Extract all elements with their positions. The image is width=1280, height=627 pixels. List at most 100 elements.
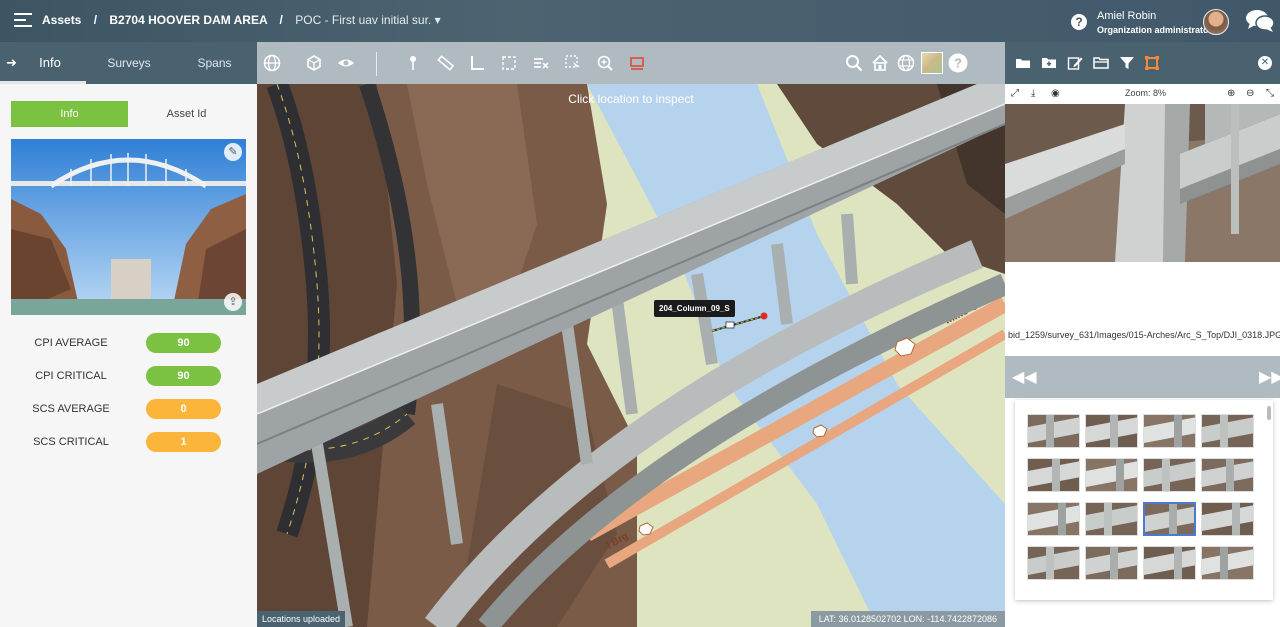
cube-icon[interactable] [305, 54, 323, 72]
image-nav-bar: ◀◀ ▶▶ [1005, 356, 1280, 398]
image-thumbnail[interactable] [1027, 502, 1080, 536]
image-toolbar: ✕ [1005, 42, 1280, 84]
globe-icon[interactable] [263, 54, 281, 72]
image-thumbnail[interactable] [1143, 546, 1196, 580]
image-thumbnail[interactable] [1201, 458, 1254, 492]
search-icon[interactable] [845, 54, 863, 72]
metric-value-badge: 90 [146, 366, 221, 386]
image-file-path: bid_1259/survey_631/Images/015-Arches/Ar… [1008, 330, 1280, 340]
image-thumbnail[interactable] [1201, 502, 1254, 536]
select-icon[interactable] [564, 54, 582, 72]
svg-text:?: ? [954, 56, 962, 71]
status-locations-uploaded: Locations uploaded [257, 611, 346, 627]
add-folder-icon[interactable] [1041, 55, 1057, 71]
edit-photo-icon[interactable]: ✎ [224, 143, 242, 161]
tab-info[interactable]: ➜ Info [0, 42, 86, 84]
world-icon[interactable] [897, 54, 915, 72]
measure-icon[interactable] [436, 54, 454, 72]
info-body: Info Asset Id ✎ ⇪ CPI AVERAGE 90 CPI CRI… [0, 84, 257, 627]
image-thumbnail[interactable] [1085, 414, 1138, 448]
asset-id-toggle-button[interactable]: Asset Id [128, 101, 245, 127]
download-icon[interactable]: ⤓ [1031, 88, 1035, 99]
left-panel: ➜ Info Surveys Spans Info Asset Id ✎ ⇪ C… [0, 42, 257, 627]
help-icon[interactable]: ? [948, 53, 968, 73]
right-panel: ✕ ⤢ ⤓ ◉ Zoom: 8% ⊕ ⊖ ⤡ bid_1259/survey_6… [1005, 42, 1280, 627]
map-thumb-icon[interactable] [921, 52, 943, 74]
image-thumbnail[interactable] [1201, 546, 1254, 580]
previous-image-icon[interactable]: ◀◀ [1012, 367, 1037, 387]
scrollbar[interactable] [1267, 406, 1271, 420]
zoom-region-icon[interactable] [596, 54, 614, 72]
map-view[interactable]: Mike O'C l Brg Click location to inspect… [257, 84, 1005, 627]
open-folder-icon[interactable] [1015, 55, 1031, 71]
left-tabs: ➜ Info Surveys Spans [0, 42, 257, 84]
metric-value-badge: 90 [146, 333, 221, 353]
close-icon[interactable]: ✕ [1258, 56, 1272, 70]
image-thumbnail[interactable] [1085, 546, 1138, 580]
next-image-icon[interactable]: ▶▶ [1259, 367, 1280, 387]
upload-photo-icon[interactable]: ⇪ [224, 293, 242, 311]
metric-label: CPI AVERAGE [34, 337, 108, 349]
map-toolbar: ? [257, 42, 1005, 84]
metric-cpi-critical: CPI CRITICAL 90 [0, 364, 257, 388]
asset-photo: ✎ ⇪ [11, 139, 246, 315]
chat-icon[interactable] [1244, 8, 1276, 34]
thumbnail-grid [1015, 400, 1273, 600]
top-bar: Assets / B2704 HOOVER DAM AREA / POC - F… [0, 0, 1280, 42]
metric-scs-critical: SCS CRITICAL 1 [0, 430, 257, 454]
eye-icon[interactable]: ◉ [1051, 88, 1060, 99]
menu-icon[interactable] [14, 13, 32, 27]
image-thumbnail[interactable] [1085, 502, 1138, 536]
marker-label[interactable]: 204_Column_09_S [654, 300, 735, 317]
image-viewer-bar: ⤢ ⤓ ◉ Zoom: 8% ⊕ ⊖ ⤡ [1005, 84, 1280, 104]
metric-cpi-average: CPI AVERAGE 90 [0, 331, 257, 355]
clear-icon[interactable] [532, 54, 550, 72]
breadcrumb-assets[interactable]: Assets [42, 13, 81, 27]
breadcrumb-separator: / [93, 13, 98, 27]
breadcrumb-survey-select[interactable]: POC - First uav initial sur. ▾ [295, 13, 440, 27]
eye-icon[interactable] [337, 54, 355, 72]
fit-screen-icon[interactable]: ⤢ [1011, 88, 1019, 99]
metric-label: SCS AVERAGE [32, 403, 110, 415]
area-icon[interactable] [500, 54, 518, 72]
home-icon[interactable] [871, 54, 889, 72]
metric-label: SCS CRITICAL [33, 436, 109, 448]
edit-icon[interactable] [1067, 55, 1083, 71]
selected-image-view[interactable] [1005, 104, 1280, 262]
image-thumbnail[interactable] [1201, 414, 1254, 448]
help-icon[interactable]: ? [1071, 14, 1087, 30]
pin-icon[interactable] [404, 54, 422, 72]
image-thumbnail[interactable] [1143, 414, 1196, 448]
zoom-in-icon[interactable]: ⊕ [1227, 88, 1235, 99]
user-info[interactable]: Amiel Robin Organization administrator [1097, 9, 1212, 37]
info-toggle-button[interactable]: Info [11, 101, 128, 127]
metric-scs-average: SCS AVERAGE 0 [0, 397, 257, 421]
image-thumbnail[interactable] [1143, 458, 1196, 492]
breadcrumb-asset[interactable]: B2704 HOOVER DAM AREA [109, 13, 267, 27]
frame-icon[interactable] [1144, 55, 1160, 71]
image-thumbnail[interactable] [1027, 546, 1080, 580]
back-arrow-icon[interactable]: ➜ [6, 42, 17, 84]
metric-value-badge: 0 [146, 399, 221, 419]
zoom-out-icon[interactable]: ⊖ [1246, 88, 1254, 99]
zoom-level: Zoom: 8% [1125, 88, 1167, 98]
map-hint: Click location to inspect [568, 92, 694, 106]
user-name: Amiel Robin [1097, 10, 1157, 22]
filter-icon[interactable] [1119, 55, 1135, 71]
angle-icon[interactable] [468, 54, 486, 72]
tab-spans[interactable]: Spans [172, 42, 257, 84]
avatar[interactable] [1203, 9, 1229, 35]
toolbar-divider [376, 52, 377, 76]
layers-icon[interactable] [628, 54, 646, 72]
image-thumbnail[interactable] [1143, 502, 1196, 536]
breadcrumb-separator: / [279, 13, 283, 27]
metric-label: CPI CRITICAL [35, 370, 107, 382]
image-thumbnail[interactable] [1085, 458, 1138, 492]
coordinates-readout: LAT: 36.0128502702 LON: -114.7422872086 [810, 611, 1005, 627]
user-role: Organization administrator [1097, 25, 1213, 35]
folder-icon[interactable] [1093, 55, 1109, 71]
expand-icon[interactable]: ⤡ [1266, 88, 1274, 99]
image-thumbnail[interactable] [1027, 458, 1080, 492]
tab-surveys[interactable]: Surveys [86, 42, 172, 84]
image-thumbnail[interactable] [1027, 414, 1080, 448]
